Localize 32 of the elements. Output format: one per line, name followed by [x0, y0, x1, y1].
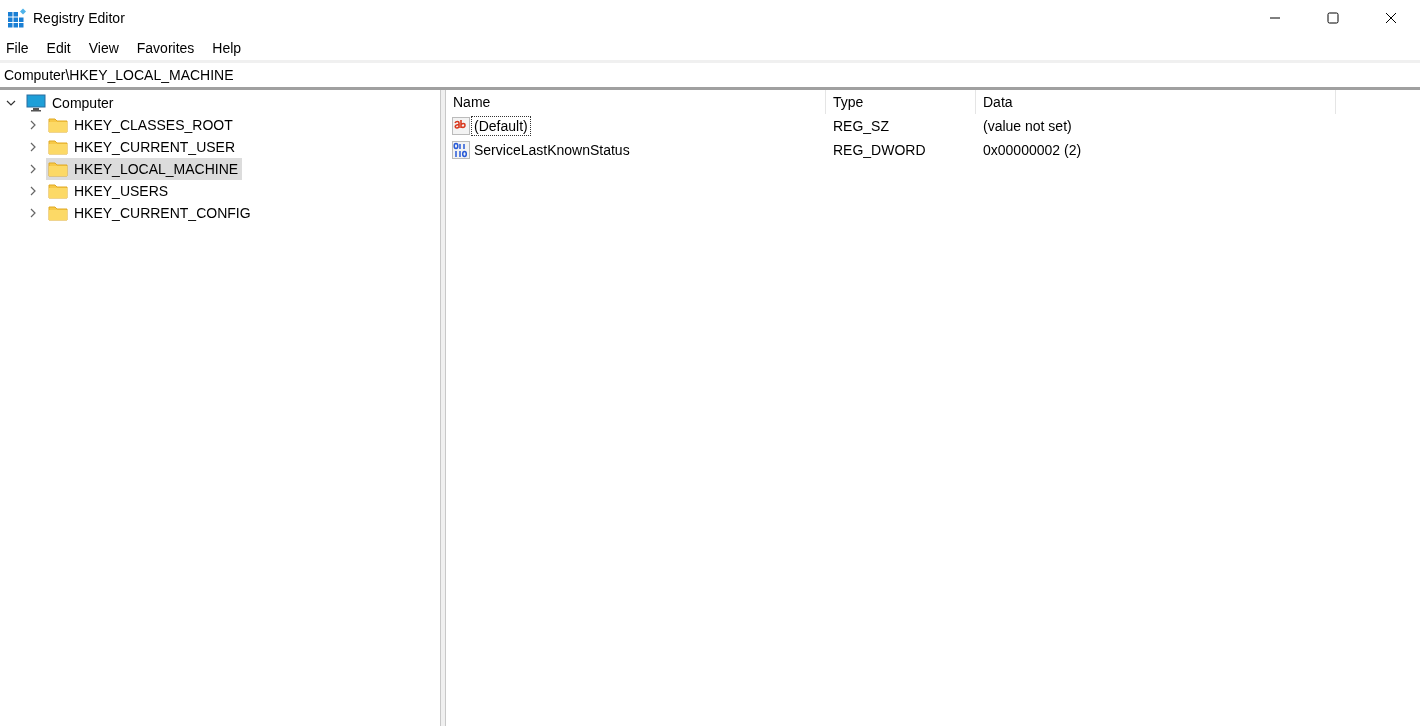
- menu-item[interactable]: Favorites: [130, 35, 203, 60]
- column-header[interactable]: Name: [446, 90, 826, 114]
- folder-icon: [48, 139, 68, 155]
- tree-item[interactable]: HKEY_LOCAL_MACHINE: [46, 158, 243, 180]
- tree-item[interactable]: HKEY_CURRENT_USER: [46, 136, 240, 158]
- tree-item[interactable]: Computer: [24, 92, 118, 114]
- app-icon: [7, 7, 27, 28]
- maximize-icon: [1327, 11, 1339, 24]
- menu-item[interactable]: Help: [206, 35, 250, 60]
- table-cell: (value not set): [983, 118, 1072, 134]
- tree-item[interactable]: HKEY_CURRENT_CONFIG: [46, 202, 255, 224]
- window-title: Registry Editor: [33, 9, 125, 26]
- table-cell[interactable]: ServiceLastKnownStatus: [471, 140, 633, 160]
- tree-item[interactable]: HKEY_CLASSES_ROOT: [46, 114, 237, 136]
- binary-value-icon: [452, 141, 470, 159]
- column-header[interactable]: Data: [976, 90, 1336, 114]
- menu-item[interactable]: View: [82, 35, 127, 60]
- table-cell: 0x00000002 (2): [983, 142, 1082, 158]
- folder-icon: [48, 183, 68, 199]
- column-header[interactable]: Type: [826, 90, 976, 114]
- string-value-icon: [452, 117, 470, 135]
- folder-icon: [48, 161, 68, 177]
- table-cell: REG_SZ: [833, 118, 889, 134]
- tree-item[interactable]: HKEY_USERS: [46, 180, 173, 202]
- monitor-icon: [26, 94, 46, 112]
- table-cell[interactable]: (Default): [471, 116, 531, 136]
- close-icon: [1385, 11, 1397, 24]
- folder-icon: [48, 117, 68, 133]
- folder-icon: [48, 205, 68, 221]
- table-cell: REG_DWORD: [833, 142, 926, 158]
- menu-item[interactable]: Edit: [40, 35, 79, 60]
- menu-item[interactable]: File: [0, 35, 37, 60]
